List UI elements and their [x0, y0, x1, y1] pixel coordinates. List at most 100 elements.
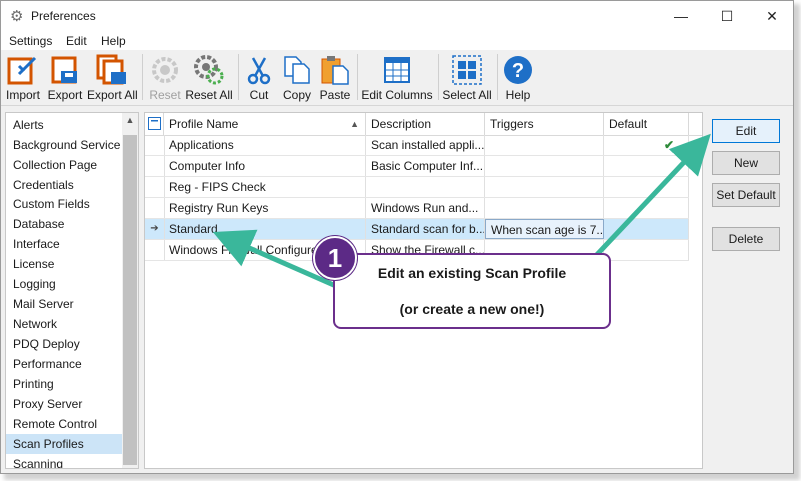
toolbar: Import Export Export All Reset Reset All… — [1, 50, 793, 106]
nav-item-custom-fields[interactable]: Custom Fields — [6, 194, 122, 214]
cell-description: Standard scan for b... — [366, 219, 485, 239]
help-button[interactable]: ? Help — [501, 50, 535, 104]
nav-item-printing[interactable]: Printing — [6, 374, 122, 394]
cell-description — [366, 177, 485, 197]
select-all-button[interactable]: Select All — [442, 50, 492, 104]
select-all-rows-header[interactable] — [145, 113, 164, 135]
toolbar-separator — [357, 54, 358, 100]
table-row[interactable]: Computer Info Basic Computer Inf... — [145, 156, 689, 177]
nav-item-logging[interactable]: Logging — [6, 274, 122, 294]
row-indicator — [145, 135, 165, 155]
minimize-button[interactable]: — — [658, 1, 704, 32]
paste-icon — [321, 56, 349, 85]
edit-button[interactable]: Edit — [712, 119, 780, 143]
column-header-profile-name[interactable]: Profile Name ▲ — [164, 113, 366, 135]
gear-icon: ⚙ — [10, 8, 24, 25]
reset-all-button[interactable]: Reset All — [185, 50, 233, 104]
table-row-selected[interactable]: ➔ Standard Standard scan for b... When s… — [145, 219, 689, 240]
table-row[interactable]: Applications Scan installed appli... ✔ — [145, 135, 689, 156]
toolbar-separator — [238, 54, 239, 100]
column-label: Profile Name — [169, 117, 239, 131]
cell-triggers: When scan age is 7... — [485, 219, 604, 239]
help-icon: ? — [504, 56, 532, 84]
callout-subtitle: (or create a new one!) — [399, 301, 545, 317]
toolbar-separator — [497, 54, 498, 100]
scroll-up-icon[interactable]: ▲ — [122, 115, 138, 125]
reset-button[interactable]: Reset — [147, 50, 183, 104]
import-icon — [7, 56, 37, 85]
current-row-arrow-icon: ➔ — [145, 219, 165, 239]
nav-scrollbar[interactable]: ▲ — [122, 113, 138, 468]
nav-item-collection-page[interactable]: Collection Page — [6, 155, 122, 175]
cut-label: Cut — [249, 88, 269, 102]
menu-bar: Settings Edit Help — [1, 32, 793, 50]
export-label: Export — [47, 88, 83, 102]
maximize-button[interactable]: ☐ — [704, 1, 750, 32]
cell-triggers — [485, 135, 604, 155]
cell-triggers — [485, 156, 604, 176]
cell-default — [604, 177, 689, 197]
nav-item-credentials[interactable]: Credentials — [6, 175, 122, 195]
cut-button[interactable]: Cut — [243, 50, 275, 104]
copy-label: Copy — [282, 88, 311, 102]
set-default-button[interactable]: Set Default — [712, 183, 780, 207]
cut-icon — [247, 57, 271, 85]
nav-item-proxy-server[interactable]: Proxy Server — [6, 394, 122, 414]
nav-item-network[interactable]: Network — [6, 314, 122, 334]
menu-help[interactable]: Help — [101, 34, 126, 48]
nav-item-interface[interactable]: Interface — [6, 234, 122, 254]
help-label: Help — [505, 88, 531, 102]
window-title: Preferences — [31, 9, 96, 23]
edit-columns-button[interactable]: Edit Columns — [361, 50, 433, 104]
preferences-nav-list: Alerts Background Service Collection Pag… — [5, 112, 139, 469]
export-all-icon — [96, 54, 126, 85]
nav-item-license[interactable]: License — [6, 254, 122, 274]
cell-default — [604, 219, 689, 239]
nav-item-scanning[interactable]: Scanning — [6, 454, 122, 468]
reset-all-icon — [194, 55, 224, 85]
title-bar: ⚙ Preferences — ☐ ✕ — [1, 1, 793, 32]
cell-description: Basic Computer Inf... — [366, 156, 485, 176]
nav-item-mail-server[interactable]: Mail Server — [6, 294, 122, 314]
paste-button[interactable]: Paste — [317, 50, 353, 104]
cell-default — [604, 198, 689, 218]
delete-button[interactable]: Delete — [712, 227, 780, 251]
export-icon — [51, 56, 77, 84]
cell-triggers — [485, 177, 604, 197]
step-number-badge: 1 — [313, 236, 357, 280]
table-row[interactable]: Reg - FIPS Check — [145, 177, 689, 198]
reset-label: Reset — [149, 88, 181, 102]
export-all-button[interactable]: Export All — [87, 50, 138, 104]
row-indicator — [145, 240, 165, 260]
nav-item-scan-profiles[interactable]: Scan Profiles — [6, 434, 122, 454]
table-row[interactable]: Registry Run Keys Windows Run and... — [145, 198, 689, 219]
column-header-description[interactable]: Description — [366, 113, 485, 135]
scrollbar-thumb[interactable] — [123, 135, 137, 465]
menu-edit[interactable]: Edit — [66, 34, 87, 48]
close-button[interactable]: ✕ — [749, 1, 793, 32]
nav-item-performance[interactable]: Performance — [6, 354, 122, 374]
nav-item-background-service[interactable]: Background Service — [6, 135, 122, 155]
nav-item-pdq-deploy[interactable]: PDQ Deploy — [6, 334, 122, 354]
column-header-triggers[interactable]: Triggers — [485, 113, 604, 135]
nav-item-database[interactable]: Database — [6, 214, 122, 234]
cell-profile-name: Applications — [164, 135, 366, 155]
grid-header: Profile Name ▲ Description Triggers Defa… — [145, 113, 702, 136]
preferences-window: ⚙ Preferences — ☐ ✕ Settings Edit Help I… — [0, 0, 794, 474]
annotation-callout: Edit an existing Scan Profile (or create… — [333, 253, 611, 329]
export-button[interactable]: Export — [45, 50, 85, 104]
sort-ascending-icon: ▲ — [350, 119, 359, 129]
new-button[interactable]: New — [712, 151, 780, 175]
menu-settings[interactable]: Settings — [9, 34, 52, 48]
copy-icon — [284, 56, 310, 84]
nav-item-alerts[interactable]: Alerts — [6, 115, 122, 135]
column-header-default[interactable]: Default — [604, 113, 689, 135]
import-label: Import — [5, 88, 40, 102]
row-indicator — [145, 177, 165, 197]
cell-triggers — [485, 198, 604, 218]
edit-columns-icon — [384, 57, 410, 83]
copy-button[interactable]: Copy — [279, 50, 315, 104]
import-button[interactable]: Import — [3, 50, 43, 104]
nav-item-remote-control[interactable]: Remote Control — [6, 414, 122, 434]
toolbar-separator — [438, 54, 439, 100]
